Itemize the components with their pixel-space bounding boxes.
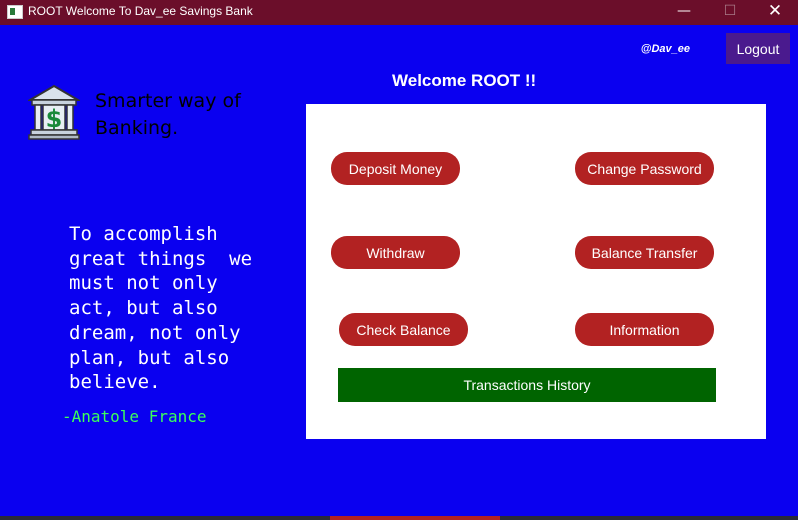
logout-button[interactable]: Logout [726,33,790,64]
window-title: ROOT Welcome To Dav_ee Savings Bank [28,4,253,18]
title-bar: ROOT Welcome To Dav_ee Savings Bank — ☐ … [0,0,798,25]
quote-author: -Anatole France [62,407,207,426]
app-icon [7,5,23,19]
withdraw-button[interactable]: Withdraw [331,236,460,269]
tagline: Smarter way of Banking. [95,90,241,139]
bank-icon: $ [28,84,80,140]
taskbar-edge [0,516,798,520]
user-handle: @Dav_ee [640,43,690,55]
transactions-history-button[interactable]: Transactions History [338,368,716,402]
welcome-heading: Welcome ROOT !! [392,71,537,90]
svg-text:$: $ [46,105,63,133]
deposit-money-button[interactable]: Deposit Money [331,152,460,185]
maximize-button[interactable]: ☐ [707,0,753,25]
information-button[interactable]: Information [575,313,714,346]
actions-panel: Deposit Money Change Password Withdraw B… [306,104,766,439]
taskbar-highlight [330,516,500,520]
check-balance-button[interactable]: Check Balance [339,313,468,346]
close-button[interactable]: ✕ [752,0,798,25]
balance-transfer-button[interactable]: Balance Transfer [575,236,714,269]
minimize-button[interactable]: — [661,0,707,25]
change-password-button[interactable]: Change Password [575,152,714,185]
quote-text: To accomplish great things we must not o… [69,223,253,394]
